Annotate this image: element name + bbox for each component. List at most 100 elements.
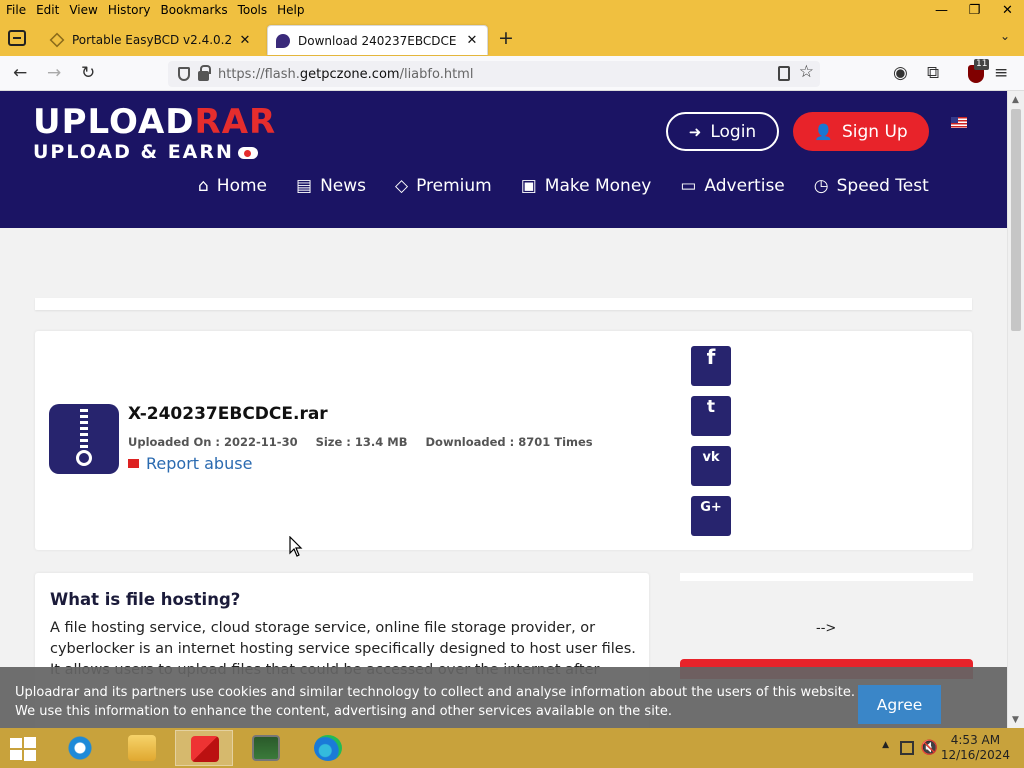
nav-premium[interactable]: ◇ Premium [395, 174, 492, 198]
facebook-icon: f [706, 345, 716, 369]
user-plus-icon: 👤 [814, 122, 833, 141]
facebook-share-button[interactable]: f [691, 346, 731, 386]
tab-title: Download 240237EBCDCE rar [298, 33, 459, 48]
menu-help[interactable]: Help [272, 0, 309, 21]
list-all-tabs-icon[interactable]: ⌄ [1000, 29, 1010, 43]
nav-speed-test[interactable]: ◷ Speed Test [814, 174, 929, 198]
tab-list-icon[interactable] [8, 30, 26, 46]
file-size: Size : 13.4 MB [315, 435, 408, 449]
scroll-up-icon[interactable]: ▲ [1012, 95, 1019, 105]
url-bar[interactable]: https://flash.getpczone.com/liabfo.html … [168, 61, 820, 87]
agree-button[interactable]: Agree [858, 685, 941, 724]
volume-muted-icon[interactable]: 🔇 [921, 740, 938, 756]
nav-home[interactable]: ⌂ Home [198, 174, 267, 198]
bookmark-star-icon[interactable]: ☆ [799, 62, 814, 82]
ad-banner-placeholder [35, 298, 972, 310]
sidebar-comment-text: --> [816, 621, 837, 636]
reader-view-icon[interactable] [778, 66, 790, 81]
menu-bar: File Edit View History Bookmarks Tools H… [0, 0, 1024, 21]
show-hidden-icons-icon[interactable]: ▲ [882, 740, 889, 750]
scroll-down-icon[interactable]: ▼ [1012, 715, 1019, 725]
diamond-icon: ◇ [395, 176, 409, 196]
vk-icon: vk [702, 450, 720, 465]
tab-title: Portable EasyBCD v2.4.0.237 Co [72, 33, 232, 47]
new-tab-icon[interactable]: + [498, 28, 514, 48]
menu-view[interactable]: View [64, 0, 102, 21]
cookie-text: Uploadrar and its partners use cookies a… [15, 685, 855, 719]
file-meta: Uploaded On : 2022-11-30 Size : 13.4 MB … [128, 435, 611, 449]
money-icon: ▣ [520, 176, 537, 196]
tab-favicon-icon [276, 33, 290, 48]
page-scrollbar[interactable]: ▲ ▼ [1007, 91, 1024, 728]
nav-advertise[interactable]: ▭ Advertise [680, 174, 784, 198]
taskbar-app-active[interactable] [175, 730, 233, 766]
file-info-card: X-240237EBCDCE.rar Uploaded On : 2022-11… [35, 331, 972, 550]
flag-icon [128, 459, 139, 468]
window-controls: — ❐ ✕ [925, 0, 1024, 21]
newspaper-icon: ▤ [296, 176, 313, 196]
system-tray: ▲ 🔇 4:53 AM 12/16/2024 [864, 728, 1024, 768]
tab-easybcd[interactable]: Portable EasyBCD v2.4.0.237 Co ✕ [42, 25, 260, 55]
cloud-icon [237, 147, 258, 159]
scroll-thumb[interactable] [1011, 109, 1021, 331]
nav-make-money[interactable]: ▣ Make Money [521, 174, 652, 198]
windows-taskbar: ▲ 🔇 4:53 AM 12/16/2024 [0, 728, 1024, 768]
menu-tools[interactable]: Tools [233, 0, 273, 21]
cookie-banner: Uploadrar and its partners use cookies a… [0, 667, 1007, 728]
ublock-icon[interactable]: 11 [968, 59, 990, 83]
us-flag-icon[interactable] [951, 117, 967, 128]
network-icon[interactable] [900, 741, 914, 755]
windows-start-icon[interactable] [10, 737, 38, 761]
forward-icon[interactable]: → [47, 62, 61, 84]
signup-button[interactable]: 👤 Sign Up [793, 112, 929, 151]
restore-button[interactable]: ❐ [958, 0, 991, 21]
file-name: X-240237EBCDCE.rar [128, 404, 328, 424]
sign-in-icon: ➜ [688, 122, 702, 141]
download-count: Downloaded : 8701 Times [425, 435, 593, 449]
app-menu-icon[interactable]: ≡ [994, 62, 1008, 84]
system-clock[interactable]: 4:53 AM 12/16/2024 [941, 733, 1010, 763]
site-header: UPLOADRAR UPLOAD & EARN ➜ Login 👤 Sign U… [0, 91, 1007, 228]
taskbar-task-manager[interactable] [237, 730, 295, 766]
edge-icon [314, 735, 342, 761]
back-icon[interactable]: ← [13, 62, 27, 84]
ublock-count-badge: 11 [974, 59, 990, 70]
card-icon: ▭ [680, 176, 697, 196]
tab-close-icon[interactable]: ✕ [238, 33, 252, 48]
taskbar-file-explorer[interactable] [113, 730, 171, 766]
tracking-shield-icon[interactable] [178, 67, 190, 81]
tab-download[interactable]: Download 240237EBCDCE rar ✕ [267, 25, 488, 55]
vk-share-button[interactable]: vk [691, 446, 731, 486]
google-plus-share-button[interactable]: G+ [691, 496, 731, 536]
sidebar-strip [680, 573, 973, 581]
menu-history[interactable]: History [103, 0, 156, 21]
menu-edit[interactable]: Edit [31, 0, 64, 21]
nav-news[interactable]: ▤ News [296, 174, 366, 198]
report-abuse-link[interactable]: Report abuse [128, 454, 252, 473]
tab-close-icon[interactable]: ✕ [465, 33, 479, 48]
twitter-share-button[interactable]: t [691, 396, 731, 436]
taskbar-internet-explorer[interactable] [51, 730, 109, 766]
app-cube-icon [191, 736, 219, 762]
navigation-toolbar: ← → ↻ https://flash.getpczone.com/liabfo… [0, 56, 1024, 91]
monitor-icon [252, 735, 280, 761]
lock-icon[interactable] [198, 65, 211, 81]
url-text[interactable]: https://flash.getpczone.com/liabfo.html [218, 67, 473, 82]
minimize-button[interactable]: — [925, 0, 958, 21]
reload-icon[interactable]: ↻ [81, 62, 95, 84]
close-window-button[interactable]: ✕ [991, 0, 1024, 21]
internet-explorer-icon [66, 735, 94, 761]
menu-file[interactable]: File [0, 0, 31, 21]
taskbar-edge[interactable] [299, 730, 357, 766]
home-icon: ⌂ [198, 176, 209, 196]
uploadrar-logo[interactable]: UPLOADRAR UPLOAD & EARN [33, 105, 276, 163]
tab-favicon-icon [49, 32, 65, 48]
twitter-icon: t [706, 397, 716, 417]
info-heading: What is file hosting? [50, 590, 241, 609]
zip-file-icon [49, 404, 119, 474]
folder-icon [128, 735, 156, 761]
account-icon[interactable]: ◉ [893, 62, 908, 84]
extensions-icon[interactable]: ⧉ [927, 62, 939, 84]
login-button[interactable]: ➜ Login [666, 112, 779, 151]
menu-bookmarks[interactable]: Bookmarks [156, 0, 233, 21]
